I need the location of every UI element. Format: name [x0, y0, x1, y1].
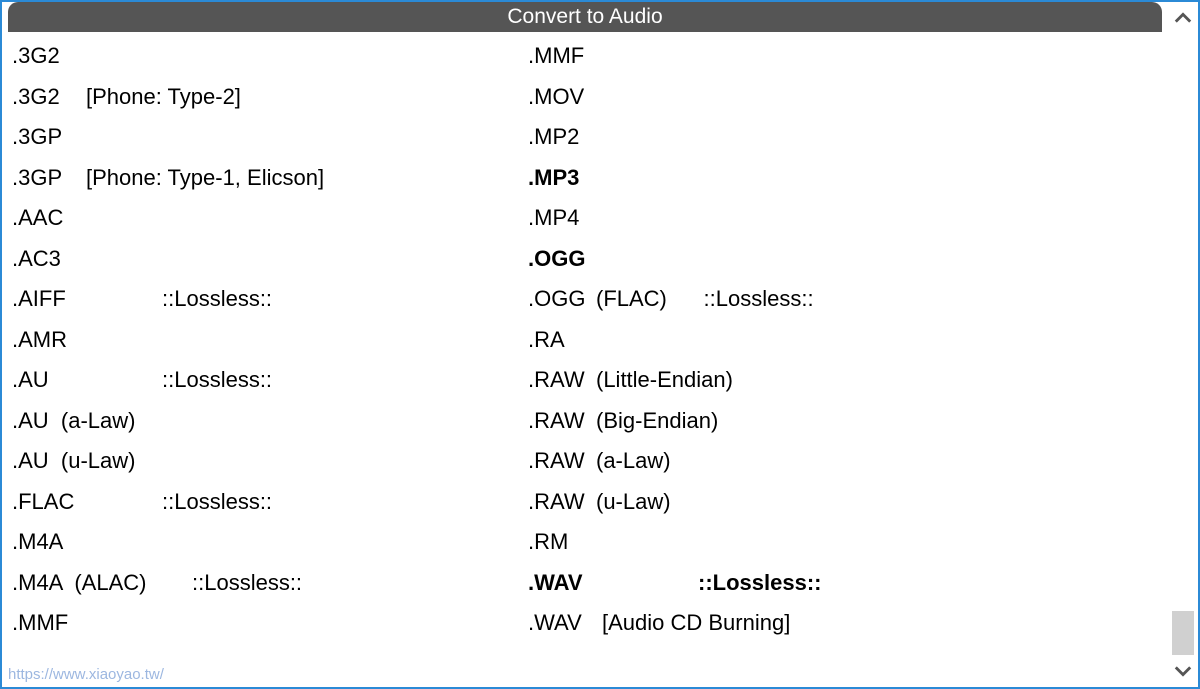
- format-ext: .AIFF: [12, 286, 162, 312]
- format-option[interactable]: .MMF: [528, 36, 1168, 77]
- format-ext: .MP2: [528, 124, 579, 150]
- format-suffix: (Big-Endian): [596, 408, 718, 434]
- format-ext: .RAW: [528, 489, 596, 515]
- format-option[interactable]: .RAW(Big-Endian): [528, 401, 1168, 442]
- format-option[interactable]: .AAC: [12, 198, 522, 239]
- format-ext: .RM: [528, 529, 568, 555]
- format-column-left: .3G2.3G2[Phone: Type-2].3GP.3GP[Phone: T…: [2, 36, 522, 687]
- format-ext: .FLAC: [12, 489, 162, 515]
- format-option[interactable]: .3GP: [12, 117, 522, 158]
- format-ext: .MMF: [12, 610, 68, 636]
- scroll-up-button[interactable]: [1169, 4, 1197, 32]
- format-list: .3G2.3G2[Phone: Type-2].3GP.3GP[Phone: T…: [2, 32, 1168, 687]
- format-ext: .M4A: [12, 529, 63, 555]
- format-option[interactable]: .FLAC::Lossless::: [12, 482, 522, 523]
- format-option[interactable]: .AU::Lossless::: [12, 360, 522, 401]
- format-option[interactable]: .MP4: [528, 198, 1168, 239]
- vertical-scrollbar[interactable]: [1168, 2, 1198, 687]
- scroll-track[interactable]: [1169, 32, 1197, 657]
- format-ext: .OGG: [528, 286, 596, 312]
- format-option[interactable]: .RAW(a-Law): [528, 441, 1168, 482]
- content-area: Convert to Audio .3G2.3G2[Phone: Type-2]…: [2, 2, 1168, 687]
- chevron-down-icon: [1174, 662, 1192, 680]
- format-ext: .3GP: [12, 165, 86, 191]
- format-ext: .AU (u-Law): [12, 448, 135, 474]
- format-ext: .MMF: [528, 43, 584, 69]
- format-option[interactable]: .OGG: [528, 239, 1168, 280]
- format-option[interactable]: .WAV[Audio CD Burning]: [528, 603, 1168, 644]
- format-option[interactable]: .RAW(u-Law): [528, 482, 1168, 523]
- format-option[interactable]: .MP3: [528, 158, 1168, 199]
- format-suffix: ::Lossless::: [192, 570, 302, 596]
- convert-to-audio-panel: Convert to Audio .3G2.3G2[Phone: Type-2]…: [0, 0, 1200, 689]
- format-ext: .AU (a-Law): [12, 408, 135, 434]
- format-ext: .MP4: [528, 205, 579, 231]
- format-ext: .AAC: [12, 205, 63, 231]
- scroll-down-button[interactable]: [1169, 657, 1197, 685]
- format-option[interactable]: .AC3: [12, 239, 522, 280]
- format-ext: .RAW: [528, 367, 596, 393]
- format-suffix: (Little-Endian): [596, 367, 733, 393]
- format-ext: .3GP: [12, 124, 62, 150]
- format-ext: .RAW: [528, 448, 596, 474]
- format-option[interactable]: .M4A (ALAC)::Lossless::: [12, 563, 522, 604]
- format-option[interactable]: .AMR: [12, 320, 522, 361]
- format-ext: .3G2: [12, 43, 60, 69]
- chevron-up-icon: [1174, 9, 1192, 27]
- format-option[interactable]: .AU (u-Law): [12, 441, 522, 482]
- format-option[interactable]: .MP2: [528, 117, 1168, 158]
- format-suffix: ::Lossless::: [698, 570, 821, 596]
- format-ext: .WAV: [528, 610, 602, 636]
- format-suffix: [Audio CD Burning]: [602, 610, 790, 636]
- format-ext: .OGG: [528, 246, 585, 272]
- format-suffix: ::Lossless::: [162, 286, 272, 312]
- format-suffix: [Phone: Type-1, Elicson]: [86, 165, 324, 191]
- scroll-thumb[interactable]: [1172, 611, 1194, 655]
- format-suffix: (a-Law): [596, 448, 671, 474]
- format-suffix: [Phone: Type-2]: [86, 84, 241, 110]
- format-option[interactable]: .AU (a-Law): [12, 401, 522, 442]
- format-option[interactable]: .RA: [528, 320, 1168, 361]
- format-ext: .3G2: [12, 84, 86, 110]
- format-ext: .AC3: [12, 246, 61, 272]
- format-ext: .RA: [528, 327, 565, 353]
- format-option[interactable]: .3GP[Phone: Type-1, Elicson]: [12, 158, 522, 199]
- format-option[interactable]: .3G2: [12, 36, 522, 77]
- format-option[interactable]: .OGG(FLAC) ::Lossless::: [528, 279, 1168, 320]
- panel-header: Convert to Audio: [8, 2, 1162, 32]
- format-ext: .MP3: [528, 165, 579, 191]
- format-ext: .WAV: [528, 570, 698, 596]
- format-option[interactable]: .MMF: [12, 603, 522, 644]
- format-option[interactable]: .RAW(Little-Endian): [528, 360, 1168, 401]
- format-option[interactable]: .3G2[Phone: Type-2]: [12, 77, 522, 118]
- format-suffix: ::Lossless::: [162, 367, 272, 393]
- format-suffix: (u-Law): [596, 489, 671, 515]
- format-column-right: .MMF.MOV.MP2.MP3.MP4.OGG.OGG(FLAC) ::Los…: [522, 36, 1168, 687]
- format-suffix: ::Lossless::: [162, 489, 272, 515]
- format-suffix: (FLAC) ::Lossless::: [596, 286, 814, 312]
- format-ext: .MOV: [528, 84, 584, 110]
- format-option[interactable]: .M4A: [12, 522, 522, 563]
- format-ext: .RAW: [528, 408, 596, 434]
- format-option[interactable]: .WAV::Lossless::: [528, 563, 1168, 604]
- format-option[interactable]: .RM: [528, 522, 1168, 563]
- format-ext: .M4A (ALAC): [12, 570, 192, 596]
- format-option[interactable]: .AIFF::Lossless::: [12, 279, 522, 320]
- format-option[interactable]: .MOV: [528, 77, 1168, 118]
- format-ext: .AMR: [12, 327, 67, 353]
- format-ext: .AU: [12, 367, 162, 393]
